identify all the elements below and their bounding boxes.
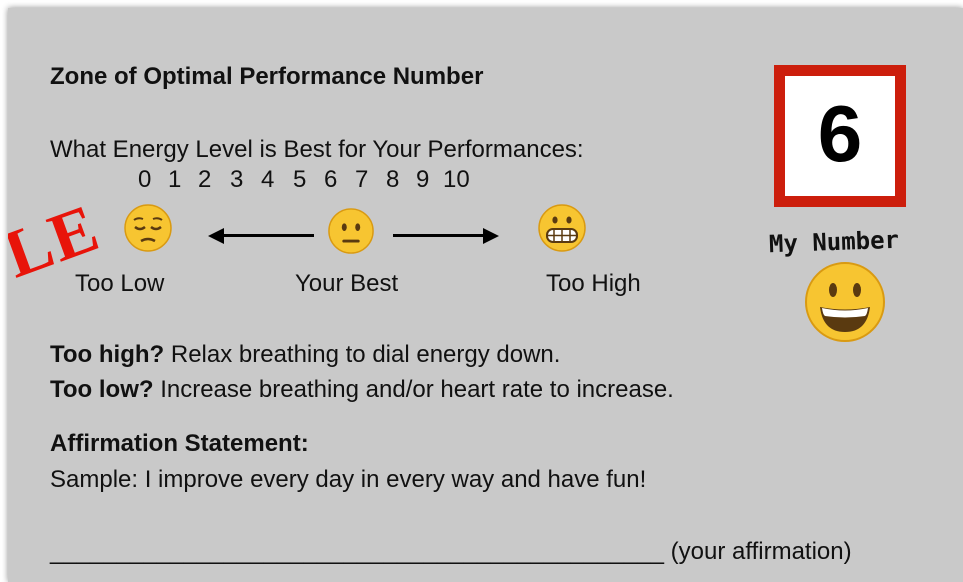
affirmation-sample: Sample: I improve every day in every way… — [50, 466, 647, 493]
left-arrow-shaft — [222, 234, 314, 237]
zone-label-best: Your Best — [295, 270, 399, 297]
tip-too-high: Too high? Relax breathing to dial energy… — [50, 341, 560, 369]
scale-number: 8 — [386, 166, 400, 193]
scale-number: 2 — [198, 166, 212, 193]
tip-too-low: Too low? Increase breathing and/or heart… — [50, 376, 674, 404]
worksheet-title: Zone of Optimal Performance Number — [50, 63, 484, 90]
smiley-face-icon — [805, 262, 885, 342]
right-arrow-icon — [483, 228, 499, 244]
my-number-caption: My Number — [768, 225, 900, 259]
scale-number: 6 — [324, 166, 338, 193]
tip-too-low-text: Increase breathing and/or heart rate to … — [153, 376, 674, 403]
scale-number: 1 — [168, 166, 182, 193]
scale-number: 4 — [261, 166, 275, 193]
worksheet-card: Zone of Optimal Performance Number What … — [8, 8, 963, 582]
scale-number: 3 — [230, 166, 244, 193]
my-number-value: 6 — [817, 89, 863, 178]
energy-question: What Energy Level is Best for Your Perfo… — [50, 136, 584, 163]
affirmation-heading: Affirmation Statement: — [50, 430, 309, 457]
scale-number: 5 — [293, 166, 307, 193]
affirmation-underline: ________________________________________… — [50, 538, 664, 565]
tip-too-high-bold: Too high? — [50, 341, 165, 368]
my-number-box: 6 — [774, 65, 906, 207]
tip-too-high-text: Relax breathing to dial energy down. — [164, 341, 561, 368]
zone-label-low: Too Low — [75, 270, 165, 297]
scale-number: 7 — [355, 166, 369, 193]
zone-label-high: Too High — [546, 270, 641, 297]
scale-number: 9 — [416, 166, 430, 193]
scale-number: 10 — [443, 166, 470, 193]
right-arrow-shaft — [393, 234, 485, 237]
neutral-face-icon — [328, 208, 374, 254]
grimacing-face-icon — [538, 204, 586, 252]
affirmation-blank: ________________________________________… — [50, 538, 852, 566]
pensive-face-icon — [124, 204, 172, 252]
tip-too-low-bold: Too low? — [50, 376, 154, 403]
affirmation-blank-caption: (your affirmation) — [664, 538, 852, 565]
scale-number: 0 — [138, 166, 152, 193]
